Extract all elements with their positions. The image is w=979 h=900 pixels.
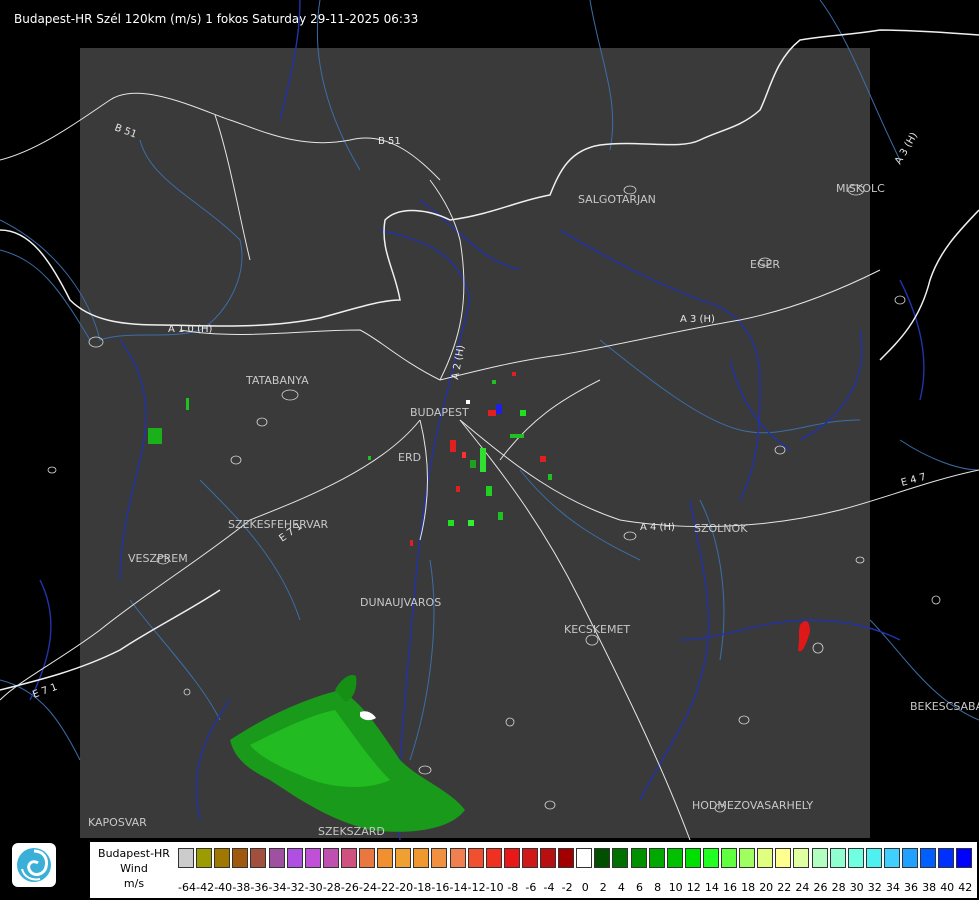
legend-swatch: [920, 848, 937, 868]
legend-swatch: [847, 848, 864, 868]
city-label: MISKOLC: [836, 182, 885, 195]
legend-swatch: [757, 848, 774, 868]
legend-swatch: [340, 848, 357, 868]
color-legend: Budapest-HR Wind m/s -64 -42 -40 -38 -36 -34-…: [90, 842, 977, 898]
legend-swatch: [467, 848, 484, 868]
road-label: E 4 7: [900, 472, 927, 489]
legend-swatch: [395, 848, 412, 868]
legend-swatch: [865, 848, 882, 868]
legend-swatch: [431, 848, 448, 868]
legend-swatch: [938, 848, 955, 868]
city-label: DUNAUJVAROS: [360, 596, 441, 609]
legend-swatch: [739, 848, 756, 868]
legend-swatch: [956, 848, 973, 868]
legend-swatch: [304, 848, 321, 868]
legend-swatch: [449, 848, 466, 868]
radar-map[interactable]: SALGOTARJAN MISKOLC EGER TATABANYA BUDAP…: [0, 0, 979, 840]
city-label: SZEKSZARD: [318, 825, 385, 838]
legend-title: Budapest-HR Wind m/s: [90, 842, 178, 891]
legend-title-line1: Budapest-HR: [98, 847, 170, 860]
legend-swatch: [377, 848, 394, 868]
legend-swatch: [648, 848, 665, 868]
legend-swatch: [540, 848, 556, 868]
city-label: HODMEZOVASARHELY: [692, 799, 813, 812]
legend-swatch: [521, 848, 538, 868]
legend-swatch: [485, 848, 502, 868]
legend-swatch: [286, 848, 303, 868]
road-label: A 3 (H): [893, 131, 920, 167]
radar-logo: [12, 843, 56, 887]
legend-swatch: [829, 848, 846, 868]
city-label: VESZPREM: [128, 552, 188, 565]
legend-swatch: [196, 848, 213, 868]
legend-swatch: [413, 848, 430, 868]
legend-swatch: [558, 848, 575, 868]
legend-swatch: [594, 848, 611, 868]
legend-swatch: [250, 848, 267, 868]
legend-swatch: [322, 848, 339, 868]
city-label: BEKESCSABA: [910, 700, 979, 713]
city-label: TATABANYA: [245, 374, 309, 387]
radar-coverage-area: [80, 48, 870, 838]
legend-swatch: [178, 848, 194, 868]
legend-swatch: [775, 848, 792, 868]
legend-swatch: [576, 848, 593, 868]
legend-swatch: [359, 848, 375, 868]
legend-swatch: [811, 848, 828, 868]
city-label: SZEKESFEHERVAR: [228, 518, 329, 531]
legend-swatch: [630, 848, 647, 868]
legend-title-line3: m/s: [123, 877, 145, 890]
legend-swatch: [503, 848, 520, 868]
city-label: BUDAPEST: [410, 406, 469, 419]
city-label: ERD: [398, 451, 421, 464]
road-label: A 1 0 (H): [168, 324, 213, 335]
legend-swatch: [702, 848, 719, 868]
swirl-logo-icon: [17, 848, 51, 882]
legend-title-line2: Wind: [120, 862, 148, 875]
city-label: KAPOSVAR: [88, 816, 147, 829]
legend-swatch: [721, 848, 737, 868]
legend-swatch: [612, 848, 629, 868]
city-label: KECSKEMET: [564, 623, 630, 636]
legend-swatch: [883, 848, 900, 868]
legend-swatch: [268, 848, 285, 868]
city-label: EGER: [750, 258, 780, 271]
legend-swatch: [684, 848, 701, 868]
road-label: A 4 (H): [640, 522, 675, 533]
city-label: SALGOTARJAN: [578, 193, 656, 206]
legend-swatch: [902, 848, 918, 868]
legend-label: 42: [958, 881, 973, 894]
legend-swatch: [793, 848, 810, 868]
city-label: SZOLNOK: [694, 522, 748, 535]
road-label: B 51: [378, 136, 401, 147]
legend-swatch: [232, 848, 249, 868]
legend-swatch: [666, 848, 683, 868]
legend-swatch: [214, 848, 231, 868]
road-label: E 7 1: [31, 682, 59, 701]
road-label: A 3 (H): [680, 314, 715, 325]
